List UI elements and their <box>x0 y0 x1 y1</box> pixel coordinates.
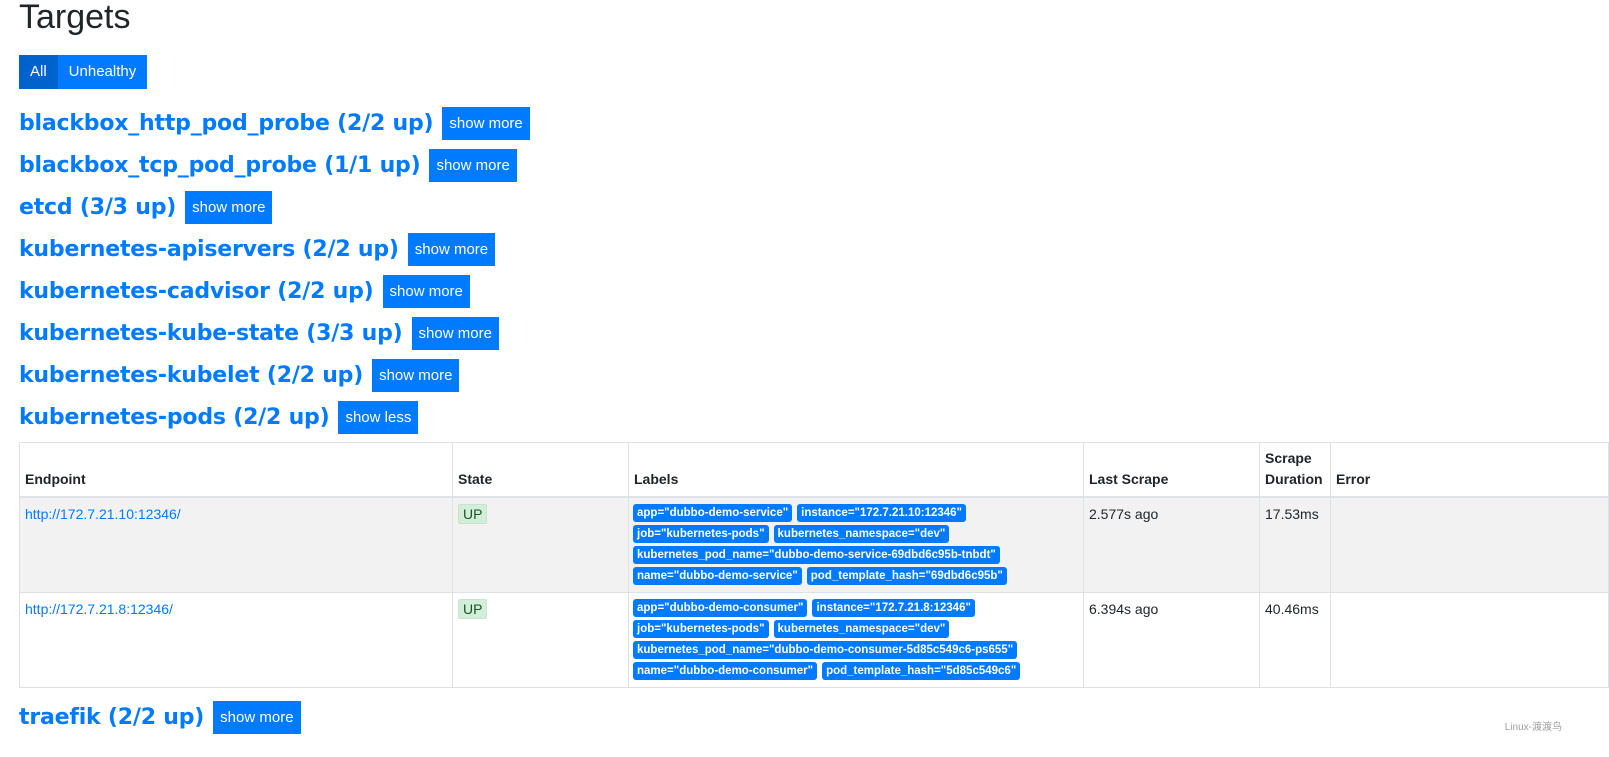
page-title: Targets <box>19 0 131 36</box>
show-more-button[interactable]: show more <box>429 149 517 182</box>
job-title-link[interactable]: traefik (2/2 up) <box>19 705 204 730</box>
error-header: Error <box>1330 442 1609 498</box>
filter-all-button[interactable]: All <box>19 55 58 89</box>
job-header: traefik (2/2 up) show more <box>19 701 301 734</box>
watermark-text: Linux-渡渡鸟 <box>1504 722 1562 733</box>
filter-button-group: All Unhealthy <box>19 55 148 89</box>
label-badge: pod_template_hash="5d85c549c6" <box>822 662 1021 680</box>
job-header: blackbox_http_pod_probe (2/2 up) show mo… <box>19 107 530 140</box>
label-badge: job="kubernetes-pods" <box>633 620 769 638</box>
job-header: kubernetes-pods (2/2 up) show less <box>19 401 419 434</box>
scrape-duration-header-line2: Duration <box>1265 471 1323 487</box>
scrape-duration-cell: 17.53ms <box>1259 496 1331 593</box>
last-scrape-cell: 2.577s ago <box>1083 496 1260 593</box>
status-badge: UP <box>458 504 488 524</box>
last-scrape-cell: 6.394s ago <box>1083 592 1260 688</box>
job-title-link[interactable]: blackbox_tcp_pod_probe (1/1 up) <box>19 153 421 178</box>
job-title-link[interactable]: etcd (3/3 up) <box>19 195 176 220</box>
job-header: kubernetes-kubelet (2/2 up) show more <box>19 359 460 392</box>
scrape-duration-cell: 40.46ms <box>1259 592 1331 688</box>
job-title-link[interactable]: blackbox_http_pod_probe (2/2 up) <box>19 111 434 136</box>
show-more-button[interactable]: show more <box>411 317 499 350</box>
show-more-button[interactable]: show more <box>185 191 273 224</box>
job-title-link[interactable]: kubernetes-kube-state (3/3 up) <box>19 321 403 346</box>
label-badge: name="dubbo-demo-consumer" <box>633 662 818 680</box>
endpoint-cell: http://172.7.21.8:12346/ <box>19 592 453 688</box>
table-header-row: Endpoint State Labels Last Scrape Scrape… <box>19 442 1609 498</box>
targets-table: Endpoint State Labels Last Scrape Scrape… <box>19 442 1609 688</box>
job-title-link[interactable]: kubernetes-pods (2/2 up) <box>19 405 330 430</box>
job-header: etcd (3/3 up) show more <box>19 191 273 224</box>
job-title-link[interactable]: kubernetes-apiservers (2/2 up) <box>19 237 399 262</box>
state-cell: UP <box>452 592 629 688</box>
label-badge: app="dubbo-demo-consumer" <box>633 599 808 617</box>
last-scrape-header: Last Scrape <box>1083 442 1260 498</box>
job-header: kubernetes-cadvisor (2/2 up) show more <box>19 275 470 308</box>
endpoint-header: Endpoint <box>19 442 453 498</box>
show-less-button[interactable]: show less <box>338 401 419 434</box>
endpoint-link[interactable]: http://172.7.21.10:12346/ <box>25 506 181 522</box>
table-row: http://172.7.21.10:12346/ UP app="dubbo-… <box>19 496 1609 593</box>
label-badge: instance="172.7.21.8:12346" <box>812 599 975 617</box>
job-title-link[interactable]: kubernetes-kubelet (2/2 up) <box>19 363 363 388</box>
label-badge: pod_template_hash="69dbd6c95b" <box>806 567 1007 585</box>
endpoint-cell: http://172.7.21.10:12346/ <box>19 496 453 593</box>
job-title-link[interactable]: kubernetes-cadvisor (2/2 up) <box>19 279 374 304</box>
job-header: kubernetes-apiservers (2/2 up) show more <box>19 233 496 266</box>
table-row: http://172.7.21.8:12346/ UP app="dubbo-d… <box>19 592 1609 688</box>
label-badge: job="kubernetes-pods" <box>633 525 769 543</box>
label-badge: kubernetes_namespace="dev" <box>773 525 950 543</box>
error-cell <box>1330 496 1609 593</box>
filter-unhealthy-button[interactable]: Unhealthy <box>57 55 148 89</box>
label-badge: kubernetes_namespace="dev" <box>773 620 950 638</box>
labels-cell: app="dubbo-demo-service" instance="172.7… <box>628 496 1084 593</box>
show-more-button[interactable]: show more <box>213 701 301 734</box>
show-more-button[interactable]: show more <box>442 107 530 140</box>
job-header: blackbox_tcp_pod_probe (1/1 up) show mor… <box>19 149 517 182</box>
show-more-button[interactable]: show more <box>407 233 496 266</box>
scrape-duration-header: Scrape Duration <box>1259 442 1331 498</box>
label-badge: kubernetes_pod_name="dubbo-demo-consumer… <box>633 641 1018 659</box>
show-more-button[interactable]: show more <box>372 359 460 392</box>
label-badge: kubernetes_pod_name="dubbo-demo-service-… <box>633 546 1000 564</box>
label-badge: name="dubbo-demo-service" <box>633 567 802 585</box>
error-cell <box>1330 592 1609 688</box>
labels-cell: app="dubbo-demo-consumer" instance="172.… <box>628 592 1084 688</box>
label-badge: instance="172.7.21.10:12346" <box>797 504 967 522</box>
show-more-button[interactable]: show more <box>382 275 470 308</box>
labels-header: Labels <box>628 442 1084 498</box>
state-cell: UP <box>452 496 629 593</box>
endpoint-link[interactable]: http://172.7.21.8:12346/ <box>25 601 173 617</box>
state-header: State <box>452 442 629 498</box>
scrape-duration-header-line1: Scrape <box>1265 450 1312 466</box>
job-header: kubernetes-kube-state (3/3 up) show more <box>19 317 499 350</box>
label-badge: app="dubbo-demo-service" <box>633 504 793 522</box>
status-badge: UP <box>458 599 488 619</box>
